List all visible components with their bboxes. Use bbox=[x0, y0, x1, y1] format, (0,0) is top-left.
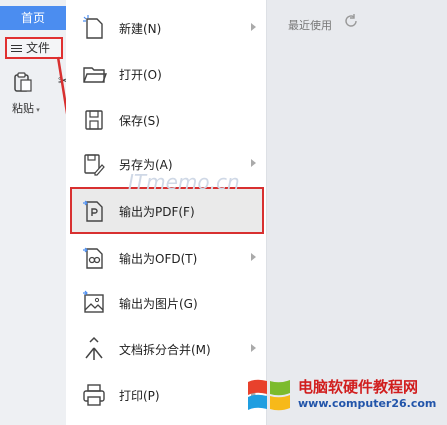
submenu-arrow-icon bbox=[251, 253, 256, 261]
pdf-icon bbox=[83, 200, 103, 222]
recent-section-title: 最近使用 bbox=[288, 19, 332, 32]
submenu-arrow-icon bbox=[251, 159, 256, 167]
file-menu-label: 文件 bbox=[26, 41, 51, 55]
menu-item-label: 输出为OFD(T) bbox=[119, 252, 198, 266]
print-icon bbox=[83, 384, 105, 406]
menu-item-label: 输出为图片(G) bbox=[119, 297, 198, 311]
menu-item-label: 输出为PDF(F) bbox=[119, 205, 195, 219]
brand-name: 电脑软硬件教程网 bbox=[298, 378, 419, 396]
menu-item-label: 新建(N) bbox=[119, 22, 162, 36]
save-icon bbox=[85, 110, 103, 130]
menu-item-open[interactable]: 打开(O) bbox=[66, 52, 266, 96]
ribbon-strip bbox=[0, 0, 66, 425]
image-export-icon bbox=[83, 290, 104, 313]
folder-icon bbox=[83, 67, 108, 83]
menu-item-print[interactable]: 打印(P) bbox=[66, 373, 266, 417]
ofd-icon bbox=[83, 247, 103, 269]
paste-label[interactable]: 粘贴 ▾ bbox=[12, 100, 40, 116]
refresh-icon[interactable] bbox=[343, 13, 359, 29]
menu-item-label: 保存(S) bbox=[119, 114, 160, 128]
file-menu-button[interactable]: 文件 bbox=[5, 37, 63, 59]
menu-item-new[interactable]: 新建(N) bbox=[66, 6, 266, 50]
submenu-arrow-icon bbox=[251, 344, 256, 352]
tab-home[interactable]: 首页 bbox=[0, 6, 66, 30]
menu-item-split-merge[interactable]: 文档拆分合并(M) bbox=[66, 327, 266, 371]
watermark-text: ITmemo.cn bbox=[128, 170, 240, 194]
menu-item-export-ofd[interactable]: 输出为OFD(T) bbox=[66, 236, 266, 280]
menu-item-label: 打开(O) bbox=[119, 68, 162, 82]
hamburger-icon bbox=[11, 43, 22, 54]
save-as-icon bbox=[84, 154, 105, 176]
menu-item-label: 文档拆分合并(M) bbox=[119, 343, 211, 357]
brand-url: www.computer26.com bbox=[298, 397, 437, 410]
split-merge-icon bbox=[85, 336, 103, 360]
submenu-arrow-icon bbox=[251, 23, 256, 31]
menu-item-save[interactable]: 保存(S) bbox=[66, 98, 266, 142]
menu-item-export-image[interactable]: 输出为图片(G) bbox=[66, 281, 266, 325]
paste-icon[interactable] bbox=[14, 72, 32, 92]
menu-item-export-pdf[interactable]: 输出为PDF(F) bbox=[66, 189, 266, 233]
windows-logo-icon bbox=[248, 379, 290, 411]
new-doc-icon bbox=[83, 15, 103, 39]
menu-item-label: 打印(P) bbox=[119, 389, 160, 403]
